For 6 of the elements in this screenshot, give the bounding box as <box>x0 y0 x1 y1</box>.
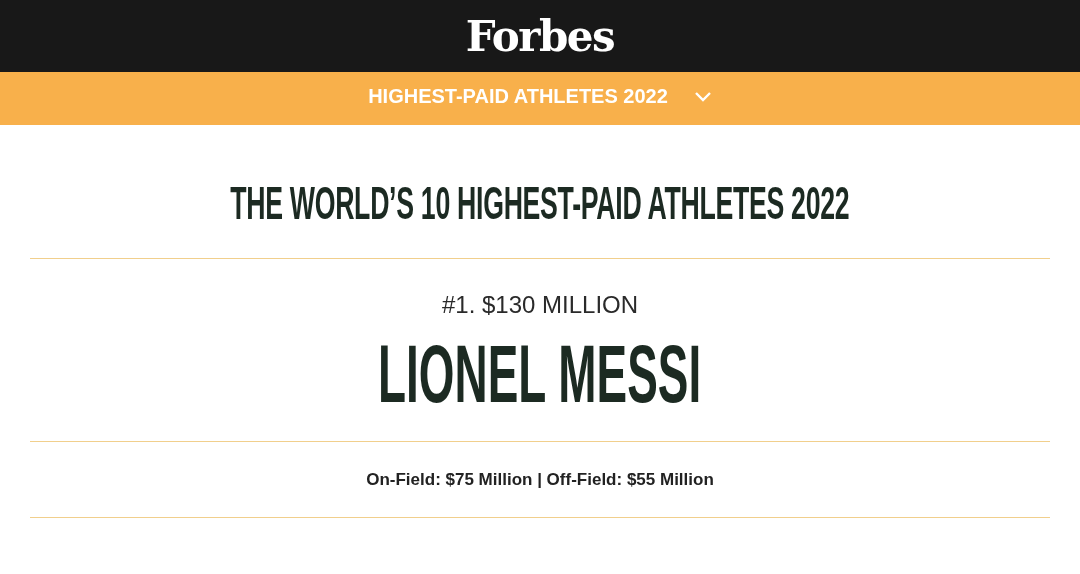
chevron-icon <box>693 90 712 103</box>
brand-logo[interactable]: Forbes <box>465 11 615 61</box>
rank-earnings: #1. $130 MILLION <box>441 291 639 319</box>
article-title: THE WORLD’S 10 HIGHEST-PAID ATHLETES 2022 <box>230 175 850 230</box>
athlete-name: LIONEL MESSI <box>378 327 702 421</box>
earnings-breakdown: On-Field: $75 Million | Off-Field: $55 Million <box>366 468 714 491</box>
